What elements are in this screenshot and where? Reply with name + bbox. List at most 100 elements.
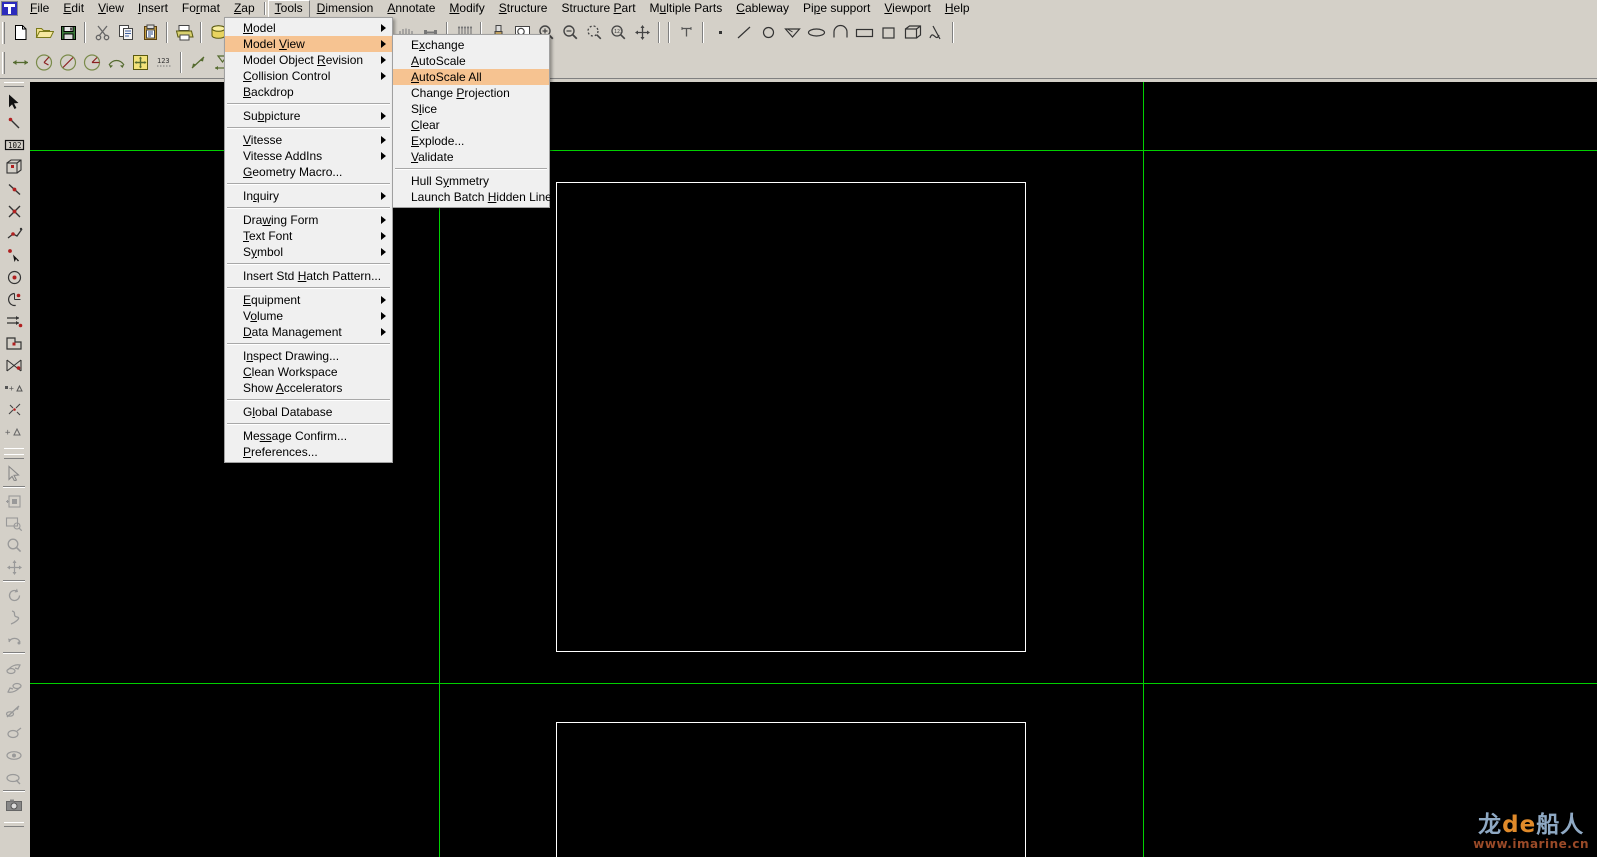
menu-item-geometry-macro[interactable]: Geometry Macro... xyxy=(225,164,392,180)
orbit-icon[interactable] xyxy=(2,628,26,650)
line-midpoint-icon[interactable] xyxy=(2,178,26,200)
dimension-number-icon[interactable]: 123 xyxy=(152,51,176,74)
camera-icon[interactable] xyxy=(2,794,26,816)
menu-structure-part[interactable]: Structure Part xyxy=(554,0,642,17)
open-folder-icon[interactable] xyxy=(32,21,56,44)
square-icon[interactable] xyxy=(876,21,900,44)
menu-item-model-object-revision[interactable]: Model Object Revision xyxy=(225,52,392,68)
menu-item-vitesse-addins[interactable]: Vitesse AddIns xyxy=(225,148,392,164)
copy-icon[interactable] xyxy=(114,21,138,44)
angular-dimension-icon[interactable] xyxy=(32,51,56,74)
menu-item-autoscale-all[interactable]: AutoScale All xyxy=(393,69,549,85)
menu-item-slice[interactable]: Slice xyxy=(393,101,549,117)
menu-item-change-projection[interactable]: Change Projection xyxy=(393,85,549,101)
menu-modify[interactable]: Modify xyxy=(442,0,491,17)
pointer-view-icon[interactable] xyxy=(2,766,26,788)
menu-viewport[interactable]: Viewport xyxy=(877,0,937,17)
spin-icon[interactable] xyxy=(2,606,26,628)
arc-length-dimension-icon[interactable] xyxy=(104,51,128,74)
menu-item-model-view[interactable]: Model View xyxy=(225,36,392,52)
save-disk-icon[interactable] xyxy=(56,21,80,44)
menu-annotate[interactable]: Annotate xyxy=(380,0,442,17)
menu-item-model[interactable]: Model xyxy=(225,20,392,36)
arc-icon[interactable] xyxy=(828,21,852,44)
menu-edit[interactable]: Edit xyxy=(56,0,91,17)
radial-dimension-icon[interactable] xyxy=(80,51,104,74)
toolbar-grip[interactable] xyxy=(2,21,5,44)
pattern-point-icon[interactable] xyxy=(2,354,26,376)
intersection-point-icon[interactable] xyxy=(2,200,26,222)
rotate-icon[interactable] xyxy=(2,584,26,606)
menu-item-preferences[interactable]: Preferences... xyxy=(225,444,392,460)
model-view-submenu[interactable]: Exchange AutoScale AutoScale All Change Pro… xyxy=(392,34,552,208)
cube-icon[interactable] xyxy=(900,21,924,44)
drawing-frame-box[interactable] xyxy=(556,182,1026,652)
menu-item-clear[interactable]: Clear xyxy=(393,117,549,133)
menu-item-autoscale[interactable]: AutoScale xyxy=(393,53,549,69)
cube-point-icon[interactable] xyxy=(2,156,26,178)
zoom-window-icon[interactable] xyxy=(2,512,26,534)
point-plus-delta-icon[interactable]: + xyxy=(2,376,26,398)
print-icon[interactable] xyxy=(172,21,196,44)
menu-zap[interactable]: Zap xyxy=(227,0,262,17)
menu-dimension[interactable]: Dimension xyxy=(310,0,381,17)
menu-view[interactable]: View xyxy=(91,0,131,17)
palette-grip[interactable] xyxy=(4,82,24,87)
scatter-points-icon[interactable] xyxy=(2,398,26,420)
diameter-dimension-icon[interactable] xyxy=(56,51,80,74)
menu-pipe-support[interactable]: Pipe support xyxy=(796,0,877,17)
menu-help[interactable]: Help xyxy=(938,0,977,17)
menu-cableway[interactable]: Cableway xyxy=(729,0,796,17)
pan-icon[interactable] xyxy=(2,556,26,578)
menu-item-global-database[interactable]: Global Database xyxy=(225,404,392,420)
select-arrow-icon[interactable] xyxy=(2,90,26,112)
point-icon[interactable] xyxy=(708,21,732,44)
menu-item-data-management[interactable]: Data Management xyxy=(225,324,392,340)
menu-item-text-font[interactable]: Text Font xyxy=(225,228,392,244)
menu-insert[interactable]: Insert xyxy=(131,0,175,17)
menu-item-inspect-drawing[interactable]: Inspect Drawing... xyxy=(225,348,392,364)
menu-item-launch-batch-hidden-line[interactable]: Launch Batch Hidden Line xyxy=(393,189,552,205)
look-around-icon[interactable] xyxy=(2,722,26,744)
spline-icon[interactable] xyxy=(924,21,948,44)
pan-move-icon[interactable] xyxy=(630,21,654,44)
menu-item-message-confirm[interactable]: Message Confirm... xyxy=(225,428,392,444)
walk-back-icon[interactable] xyxy=(2,678,26,700)
menu-item-hull-symmetry[interactable]: Hull Symmetry xyxy=(393,173,549,189)
palette-grip[interactable] xyxy=(4,822,24,827)
toolbar-grip[interactable] xyxy=(2,51,5,74)
linear-dimension-icon[interactable] xyxy=(8,51,32,74)
menu-item-subpicture[interactable]: Subpicture xyxy=(225,108,392,124)
menu-multiple-parts[interactable]: Multiple Parts xyxy=(643,0,730,17)
select-arrow-gray-icon[interactable] xyxy=(2,462,26,484)
drawing-frame-box[interactable] xyxy=(556,722,1026,857)
point-pick-icon[interactable] xyxy=(2,244,26,266)
menu-item-volume[interactable]: Volume xyxy=(225,308,392,324)
zoom-selection-icon[interactable] xyxy=(582,21,606,44)
palette-grip[interactable] xyxy=(4,454,24,459)
datum-dimension-icon[interactable] xyxy=(128,51,152,74)
menu-item-inquiry[interactable]: Inquiry xyxy=(225,188,392,204)
tools-dropdown-menu[interactable]: Model Model View Model Object Revision Coll… xyxy=(224,17,393,463)
angle-icon[interactable] xyxy=(780,21,804,44)
ellipse-icon[interactable] xyxy=(804,21,828,44)
menu-item-equipment[interactable]: Equipment xyxy=(225,292,392,308)
menu-item-validate[interactable]: Validate xyxy=(393,149,549,165)
rectangle-icon[interactable] xyxy=(852,21,876,44)
fly-icon[interactable] xyxy=(2,700,26,722)
circle-center-icon[interactable] xyxy=(2,266,26,288)
arc-center-icon[interactable] xyxy=(2,288,26,310)
new-document-icon[interactable] xyxy=(8,21,32,44)
menu-file[interactable]: File xyxy=(23,0,56,17)
menu-structure[interactable]: Structure xyxy=(492,0,555,17)
menu-item-vitesse[interactable]: Vitesse xyxy=(225,132,392,148)
menu-item-collision-control[interactable]: Collision Control xyxy=(225,68,392,84)
menu-format[interactable]: Format xyxy=(175,0,227,17)
zoom-numbered-icon[interactable]: 123 xyxy=(606,21,630,44)
line-icon[interactable] xyxy=(732,21,756,44)
add-triangle-point-icon[interactable]: + xyxy=(2,420,26,442)
menu-item-show-accelerators[interactable]: Show Accelerators xyxy=(225,380,392,396)
menu-item-insert-std-hatch-pattern[interactable]: Insert Std Hatch Pattern... xyxy=(225,268,392,284)
cut-scissors-icon[interactable] xyxy=(90,21,114,44)
polyline-point-icon[interactable] xyxy=(2,222,26,244)
